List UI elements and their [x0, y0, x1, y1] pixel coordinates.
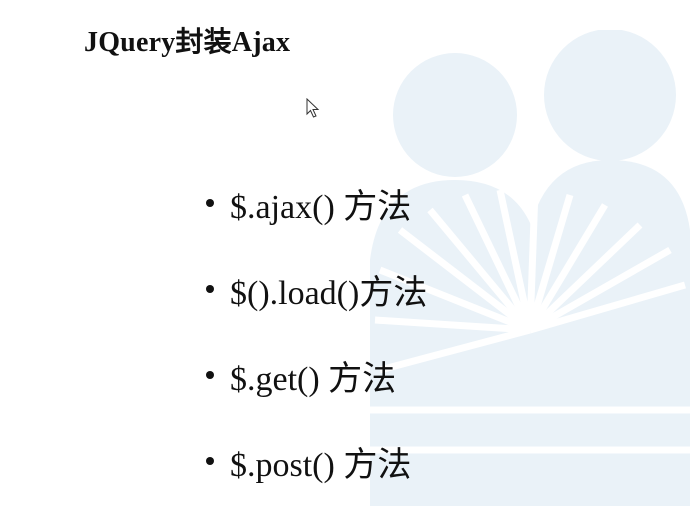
bullet-list: $.ajax() 方法 $().load()方法 $.get() 方法 $.po…: [200, 160, 427, 504]
list-item: $().load()方法: [200, 246, 427, 332]
bullet-text: $.get() 方法: [230, 360, 397, 398]
slide-title: JQuery封装Ajax: [84, 27, 291, 58]
bullet-text: $().load()方法: [230, 274, 428, 312]
bullet-dot: [206, 199, 214, 207]
bullet-text: $.post() 方法: [230, 446, 412, 484]
slide: JQuery封装Ajax $.ajax() 方法 $().load()方法 $.…: [0, 0, 690, 506]
bullet-dot: [206, 457, 214, 465]
list-item: $.ajax() 方法: [200, 160, 427, 246]
list-item: $.post() 方法: [200, 418, 427, 504]
bullet-dot: [206, 371, 214, 379]
list-item: $.get() 方法: [200, 332, 427, 418]
mouse-pointer-icon: [306, 98, 320, 118]
bullet-dot: [206, 285, 214, 293]
bullet-text: $.ajax() 方法: [230, 188, 412, 226]
